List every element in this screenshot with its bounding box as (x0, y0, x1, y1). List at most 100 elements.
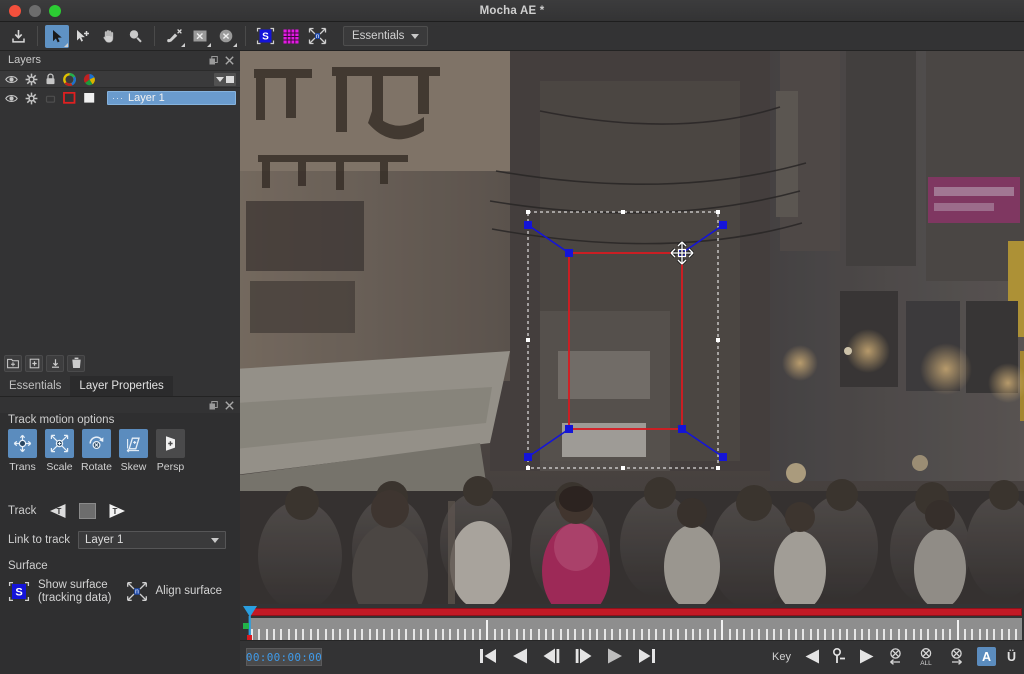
timeline-ruler[interactable] (249, 618, 1022, 640)
delete-layer-icon[interactable] (67, 354, 85, 372)
translate-icon[interactable] (8, 429, 37, 458)
previous-key-button[interactable] (804, 648, 821, 665)
ruler-tick (471, 629, 474, 640)
save-render-icon[interactable] (6, 25, 30, 48)
color-pie-icon[interactable] (83, 73, 96, 86)
go-to-start-button[interactable] (478, 647, 498, 665)
track-stop-icon[interactable] (79, 503, 97, 519)
eye-visibility-icon[interactable] (5, 93, 18, 104)
motion-option-skew[interactable]: Skew (119, 429, 148, 473)
step-forward-button[interactable] (574, 647, 593, 665)
ruler-tick (346, 629, 349, 640)
align-surface-icon[interactable]: n (305, 25, 329, 48)
eye-visibility-icon[interactable] (5, 74, 18, 85)
perspective-icon[interactable] (156, 429, 185, 458)
gear-settings-icon[interactable] (25, 92, 38, 105)
tab-layer-properties[interactable]: Layer Properties (70, 376, 173, 396)
ruler-tick (839, 629, 841, 640)
ruler-tick (949, 629, 952, 640)
ruler-tick (273, 629, 276, 640)
delete-all-keys-button[interactable]: ALL (916, 647, 936, 666)
track-backwards-icon[interactable]: T (48, 503, 67, 519)
go-to-end-button[interactable] (637, 647, 657, 665)
play-forward-button[interactable] (606, 647, 624, 665)
motion-option-scale[interactable]: Scale (45, 429, 74, 473)
add-layer-icon[interactable] (25, 354, 43, 372)
skew-icon[interactable] (119, 429, 148, 458)
playhead-marker-icon[interactable] (242, 605, 258, 640)
track-forwards-icon[interactable]: T (108, 503, 127, 519)
show-grid-icon[interactable] (279, 25, 303, 48)
float-panel-icon[interactable] (209, 400, 218, 410)
show-surface-label-line2: (tracking data) (38, 592, 112, 604)
ruler-tick (655, 629, 658, 640)
step-back-button[interactable] (542, 647, 561, 665)
surface-quad[interactable] (568, 252, 683, 430)
table-row[interactable]: ··· Layer 1 (0, 90, 240, 106)
next-key-button[interactable] (858, 648, 875, 665)
ellipse-x-icon[interactable] (214, 25, 238, 48)
gear-settings-icon[interactable] (25, 73, 38, 86)
show-surface-icon[interactable]: S (8, 581, 30, 602)
layer-outline-color-swatch[interactable] (63, 92, 76, 104)
surface-corner-handles[interactable] (524, 221, 727, 461)
play-reverse-icon (513, 648, 527, 664)
layer-name[interactable]: ··· Layer 1 (107, 91, 236, 105)
u-key-button[interactable]: Ü (1007, 650, 1016, 664)
layer-fill-color-swatch[interactable] (83, 92, 96, 104)
align-surface-toggle[interactable]: n Align surface (126, 581, 222, 602)
ruler-tick (317, 629, 320, 640)
move-cursor-icon (669, 240, 695, 266)
timecode-field[interactable]: 00:00:00:00 (246, 648, 322, 666)
link-to-track-select[interactable]: Layer 1 (78, 531, 226, 549)
close-panel-icon[interactable] (225, 55, 234, 65)
add-key-button[interactable] (832, 648, 847, 665)
ruler-major-tick (721, 620, 724, 640)
ruler-tick (478, 629, 481, 640)
ruler-tick (287, 629, 290, 640)
viewer-canvas[interactable] (240, 51, 1024, 604)
pen-spline-x-icon[interactable] (162, 25, 186, 48)
layers-panel-header-icons (209, 55, 234, 65)
layers-sort-dropdown[interactable] (214, 72, 236, 86)
magnifier-zoom-icon[interactable] (123, 25, 147, 48)
delete-key-back-button[interactable] (886, 647, 905, 666)
ruler-tick (919, 629, 922, 640)
auto-key-button[interactable]: A (976, 647, 996, 666)
rectangle-x-icon[interactable] (188, 25, 212, 48)
close-panel-icon[interactable] (225, 400, 234, 410)
svg-text:T: T (113, 507, 118, 516)
rotate-icon[interactable] (82, 429, 111, 458)
show-surface-icon[interactable]: S (253, 25, 277, 48)
scale-icon[interactable] (45, 429, 74, 458)
select-arrow-icon[interactable] (45, 24, 69, 48)
layers-list[interactable]: ··· Layer 1 (0, 89, 240, 349)
show-surface-toggle[interactable]: S Show surface (tracking data) (8, 579, 112, 605)
motion-option-persp[interactable]: Persp (156, 429, 185, 473)
float-panel-icon[interactable] (209, 55, 218, 65)
ruler-tick (383, 629, 386, 640)
ruler-tick (280, 629, 283, 640)
play-backward-button[interactable] (511, 647, 529, 665)
workspace-menu[interactable]: Essentials (343, 26, 429, 46)
align-surface-icon[interactable]: n (126, 581, 148, 602)
work-area-bar[interactable] (249, 608, 1022, 616)
motion-option-rotate[interactable]: Rotate (81, 429, 112, 473)
tab-essentials[interactable]: Essentials (0, 376, 70, 396)
import-layer-icon[interactable] (46, 354, 64, 372)
ruler-tick (405, 629, 408, 640)
add-point-cursor-icon[interactable] (71, 25, 95, 48)
ruler-tick (750, 629, 753, 640)
timeline-bar[interactable] (240, 604, 1024, 640)
lock-icon[interactable] (45, 73, 56, 85)
motion-option-trans[interactable]: Trans (8, 429, 37, 473)
ruler-tick (905, 629, 908, 640)
motion-option-trans-label: Trans (9, 461, 36, 473)
lock-open-icon[interactable] (45, 92, 56, 104)
tracking-surface-overlay[interactable] (240, 51, 1024, 604)
ruler-tick (765, 629, 768, 640)
hand-pan-icon[interactable] (97, 25, 121, 48)
delete-key-forward-button[interactable] (947, 647, 966, 666)
new-folder-icon[interactable] (4, 354, 22, 372)
color-wheel-icon[interactable] (63, 72, 76, 86)
